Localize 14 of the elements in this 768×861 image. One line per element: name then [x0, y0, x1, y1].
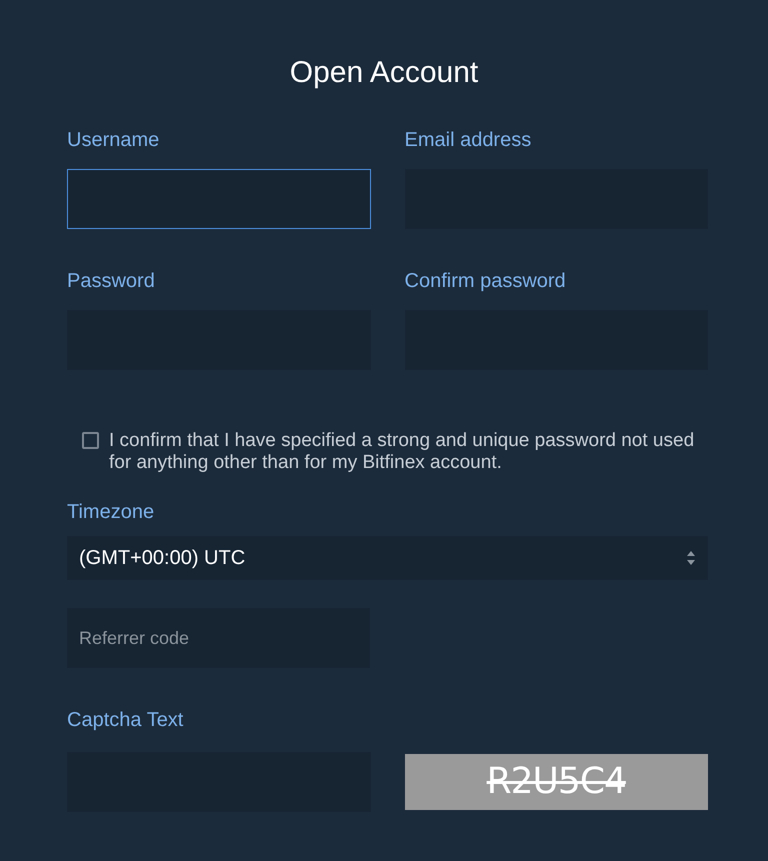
sort-arrows-icon: [686, 550, 696, 566]
confirm-text: I confirm that I have specified a strong and unique password not used for anything other than for my Bitfinex account.: [109, 430, 696, 474]
field-label: Password: [67, 271, 156, 291]
checkbox[interactable]: [82, 432, 99, 449]
captcha-image: R2U5C4: [404, 754, 708, 810]
form-title: Open Account: [290, 58, 478, 88]
timezone-select[interactable]: (GMT+00:00) UTC: [67, 536, 708, 580]
field-label: Username: [67, 130, 160, 150]
input-field[interactable]: [67, 169, 370, 229]
field-label: Email address: [404, 130, 532, 150]
field-label: Captcha Text: [67, 709, 184, 731]
field-label: Confirm password: [404, 271, 567, 291]
referrer-field[interactable]: Referrer code: [67, 608, 370, 668]
field-label: Timezone: [67, 502, 156, 522]
